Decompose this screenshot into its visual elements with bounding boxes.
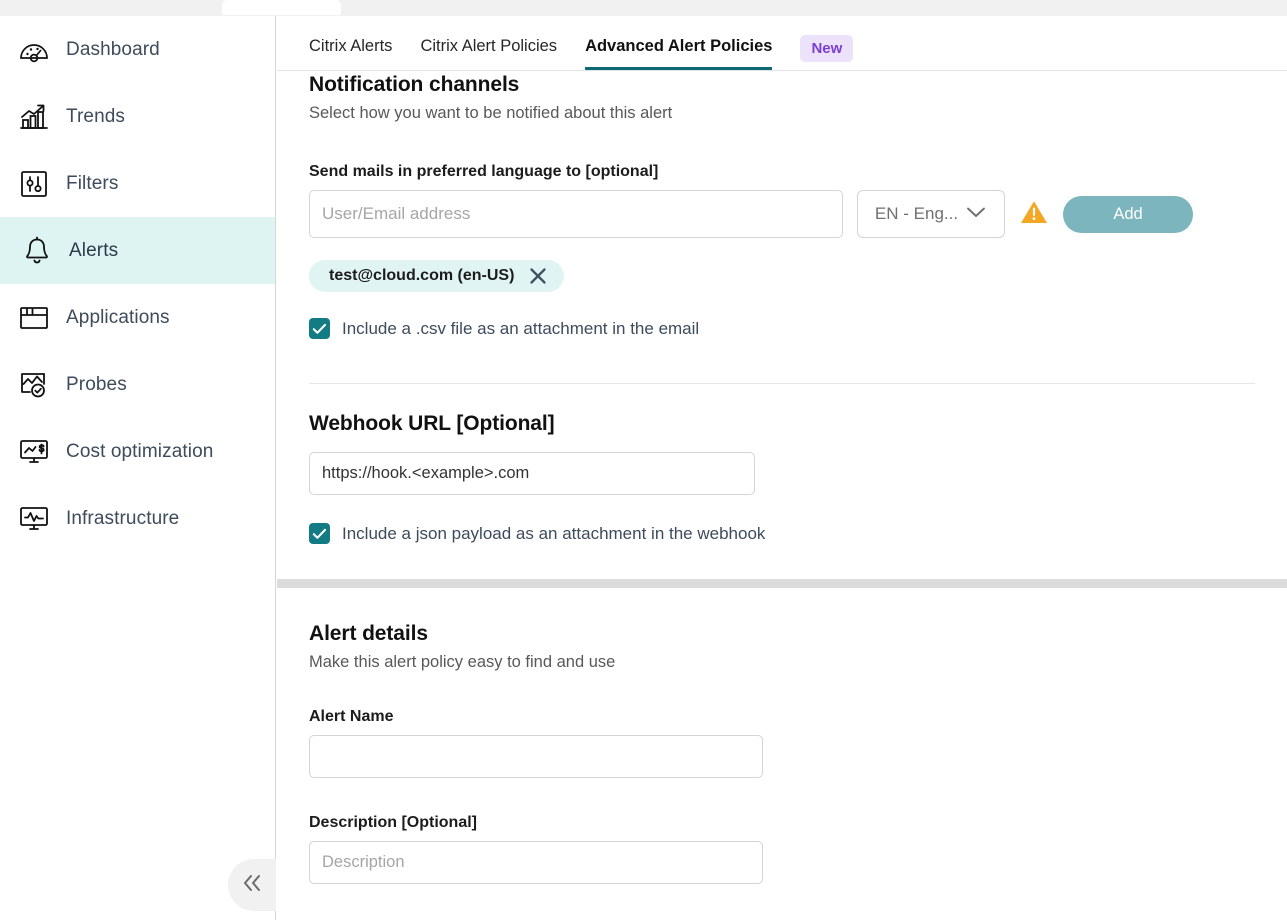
bell-icon xyxy=(15,231,59,271)
sidebar-item-dashboard[interactable]: Dashboard xyxy=(0,16,275,83)
tab-citrix-alerts[interactable]: Citrix Alerts xyxy=(309,37,392,70)
recipient-chip-label: test@cloud.com (en-US) xyxy=(329,267,514,285)
browser-chrome-strip xyxy=(0,0,1287,16)
notification-channels-title: Notification channels xyxy=(309,73,1255,97)
sidebar-collapse-button[interactable] xyxy=(228,859,276,911)
sidebar-item-label: Probes xyxy=(66,374,127,396)
sidebar-item-label: Cost optimization xyxy=(66,441,213,463)
trending-bar-chart-icon xyxy=(12,97,56,137)
mail-recipients-label: Send mails in preferred language to [opt… xyxy=(309,163,1255,181)
tab-advanced-alert-policies[interactable]: Advanced Alert Policies xyxy=(585,37,772,70)
monitor-dollar-icon xyxy=(12,432,56,472)
alert-details-title: Alert details xyxy=(309,622,1255,646)
app-root: Dashboard Trends xyxy=(0,0,1287,920)
tab-citrix-alert-policies[interactable]: Citrix Alert Policies xyxy=(420,37,557,70)
chevron-down-icon xyxy=(965,204,987,224)
sidebar-item-cost-optimization[interactable]: Cost optimization xyxy=(0,418,275,485)
form-scroll-area[interactable]: Notification channels Select how you wan… xyxy=(277,71,1287,920)
mail-input-row: EN - Eng... xyxy=(309,190,1255,238)
sidebar-item-label: Dashboard xyxy=(66,39,160,61)
csv-attachment-label: Include a .csv file as an attachment in … xyxy=(342,319,699,339)
alert-name-input[interactable] xyxy=(309,735,763,778)
sidebar-item-trends[interactable]: Trends xyxy=(0,83,275,150)
sidebar-item-filters[interactable]: Filters xyxy=(0,150,275,217)
sidebar: Dashboard Trends xyxy=(0,16,276,920)
alert-name-label: Alert Name xyxy=(309,708,1255,726)
alert-details-subtitle: Make this alert policy easy to find and … xyxy=(309,653,1255,672)
warning-triangle-icon xyxy=(1019,198,1049,231)
json-payload-checkbox-row[interactable]: Include a json payload as an attachment … xyxy=(309,523,1255,544)
webhook-url-input[interactable] xyxy=(309,452,755,495)
description-label: Description [Optional] xyxy=(309,814,1255,832)
email-address-input[interactable] xyxy=(309,190,843,238)
browser-tab-stub[interactable] xyxy=(222,0,341,15)
recipient-chip: test@cloud.com (en-US) xyxy=(309,260,564,292)
description-input[interactable] xyxy=(309,841,763,884)
sidebar-item-probes[interactable]: Probes xyxy=(0,351,275,418)
sliders-icon xyxy=(12,164,56,204)
recipient-chip-list: test@cloud.com (en-US) xyxy=(309,260,1255,292)
notification-channels-subtitle: Select how you want to be notified about… xyxy=(309,104,1255,123)
sidebar-item-label: Infrastructure xyxy=(66,508,179,530)
sidebar-item-label: Trends xyxy=(66,106,125,128)
new-badge[interactable]: New xyxy=(800,35,853,62)
gauge-icon xyxy=(12,30,56,70)
json-payload-checkbox[interactable] xyxy=(309,523,330,544)
webhook-title: Webhook URL [Optional] xyxy=(309,412,1255,436)
main-panel: Citrix Alerts Citrix Alert Policies Adva… xyxy=(277,16,1287,920)
alert-details-section: Alert details Make this alert policy eas… xyxy=(277,588,1287,920)
sidebar-item-alerts[interactable]: Alerts xyxy=(0,217,275,284)
section-divider-thick xyxy=(277,579,1287,588)
browser-window-icon xyxy=(12,298,56,338)
sidebar-item-applications[interactable]: Applications xyxy=(0,284,275,351)
monitor-pulse-icon xyxy=(12,499,56,539)
json-payload-label: Include a json payload as an attachment … xyxy=(342,524,765,544)
chevron-double-left-icon xyxy=(237,871,267,900)
webhook-section: Webhook URL [Optional] Include a json pa… xyxy=(277,384,1287,544)
csv-attachment-checkbox-row[interactable]: Include a .csv file as an attachment in … xyxy=(309,318,1255,339)
sidebar-item-label: Filters xyxy=(66,173,118,195)
language-select[interactable]: EN - Eng... xyxy=(857,190,1005,238)
language-select-value: EN - Eng... xyxy=(875,204,958,224)
csv-attachment-checkbox[interactable] xyxy=(309,318,330,339)
notification-channels-section: Notification channels Select how you wan… xyxy=(277,71,1287,384)
remove-recipient-icon[interactable] xyxy=(526,264,550,288)
sidebar-item-label: Alerts xyxy=(69,240,118,262)
probe-check-icon xyxy=(12,365,56,405)
sidebar-item-label: Applications xyxy=(66,307,170,329)
sidebar-item-infrastructure[interactable]: Infrastructure xyxy=(0,485,275,552)
tab-bar: Citrix Alerts Citrix Alert Policies Adva… xyxy=(277,16,1287,71)
add-recipient-button[interactable]: Add xyxy=(1063,196,1193,233)
